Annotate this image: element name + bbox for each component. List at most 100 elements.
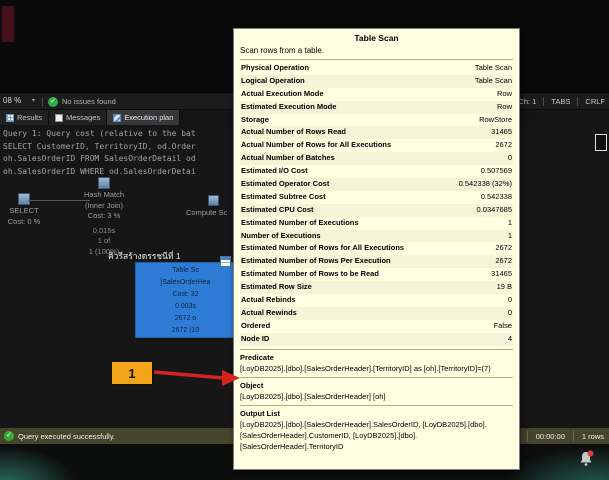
- tooltip-row: Number of Executions 1: [240, 230, 513, 243]
- tooltip-row-value: 0.0347685: [477, 204, 512, 217]
- table-scan-tooltip: Table Scan Scan rows from a table. Physi…: [233, 28, 520, 470]
- tooltip-row: Estimated Subtree Cost0.542338: [240, 191, 513, 204]
- tooltip-row: Actual Number of Rows Read31465: [240, 126, 513, 139]
- plan-header-line: Query 1: Query cost (relative to the bat: [3, 128, 196, 141]
- tab-label: Messages: [66, 113, 100, 122]
- callout-step-number: 1: [128, 366, 135, 381]
- issues-check-icon[interactable]: ✓: [48, 97, 58, 107]
- plan-header-text: Query 1: Query cost (relative to the bat…: [3, 128, 196, 178]
- tooltip-row-label: Physical Operation: [241, 62, 309, 75]
- tooltip-row-label: Actual Number of Rows for All Executions: [241, 139, 391, 152]
- toolbar-separator: [42, 97, 43, 107]
- ssms-window: 08 % ▾ ✓ No issues found Ch: 1 TABS CRLF…: [0, 0, 609, 480]
- messages-icon: [55, 114, 63, 122]
- select-operator-icon: [18, 193, 30, 205]
- tooltip-row: Estimated Number of Rows Per Execution26…: [240, 255, 513, 268]
- tab-messages[interactable]: Messages: [49, 110, 107, 125]
- tooltip-row-value: 19 B: [497, 281, 512, 294]
- tooltip-section-label: Output List: [240, 408, 513, 419]
- editor-status-group: Ch: 1 TABS CRLF: [518, 97, 605, 106]
- tooltip-row: OrderedFalse: [240, 320, 513, 333]
- tooltip-row: Estimated CPU Cost 0.0347685: [240, 204, 513, 217]
- table-scan-node-line: 2672 (10: [136, 325, 235, 337]
- results-grid-icon: [6, 114, 14, 122]
- tooltip-row: Actual Execution ModeRow: [240, 88, 513, 101]
- tooltip-row-label: Estimated CPU Cost: [241, 204, 314, 217]
- tooltip-row-label: Storage: [241, 114, 269, 127]
- chevron-down-icon[interactable]: ▾: [32, 97, 35, 104]
- table-scan-node-line: 2672 o: [136, 313, 235, 325]
- tooltip-row: Estimated Number of Executions1: [240, 217, 513, 230]
- tooltip-row-value: 4: [508, 333, 512, 346]
- tooltip-row-value: 31465: [491, 268, 512, 281]
- tooltip-row-label: Estimated Operator Cost: [241, 178, 329, 191]
- callout-arrow-icon: [152, 364, 242, 388]
- status-separator: [573, 431, 574, 441]
- tooltip-rows: Physical OperationTable ScanLogical Oper…: [240, 62, 513, 346]
- tooltip-section-label: Object: [240, 380, 513, 391]
- window-fragment: [2, 6, 14, 42]
- plan-node-compute-scalar[interactable]: Compute Sc: [186, 208, 227, 217]
- tooltip-row: Estimated Operator Cost 0.542338 (32%): [240, 178, 513, 191]
- select-node-title: SELECT: [9, 206, 38, 216]
- tooltip-row: Physical OperationTable Scan: [240, 62, 513, 75]
- tooltip-row-label: Actual Execution Mode: [241, 88, 324, 101]
- tooltip-row: Node ID4: [240, 333, 513, 346]
- tooltip-row-value: 0: [508, 294, 512, 307]
- select-node-cost: Cost: 0 %: [8, 217, 41, 227]
- tooltip-row: Estimated Row Size 19 B: [240, 281, 513, 294]
- status-separator: [527, 431, 528, 441]
- tab-execution-plan[interactable]: Execution plan: [107, 110, 180, 125]
- hash-match-time: 0.015s: [93, 226, 116, 236]
- tooltip-row-value: 2672: [495, 242, 512, 255]
- plan-node-select[interactable]: SELECT Cost: 0 %: [0, 193, 48, 226]
- tooltip-row-label: Number of Executions: [241, 230, 321, 243]
- tooltip-section-object: Object[LoyDB2025].[dbo].[SalesOrderHeade…: [240, 377, 513, 402]
- tooltip-row-value: 0: [508, 307, 512, 320]
- success-check-icon: ✓: [4, 431, 14, 441]
- tooltip-row-label: Estimated Subtree Cost: [241, 191, 326, 204]
- hash-match-title: Hash Match: [84, 190, 124, 200]
- scrollbar-marker[interactable]: [595, 134, 607, 151]
- tooltip-row-label: Actual Number of Rows Read: [241, 126, 346, 139]
- tooltip-title: Table Scan: [240, 32, 513, 45]
- tooltip-row: Actual Rebinds 0: [240, 294, 513, 307]
- tab-label: Execution plan: [124, 113, 173, 122]
- tooltip-row-value: 0.542338 (32%): [459, 178, 512, 191]
- hash-match-operator-icon: [98, 177, 110, 189]
- hash-match-op: (Inner Join): [85, 201, 123, 211]
- tooltip-row-label: Estimated I/O Cost: [241, 165, 308, 178]
- tooltip-row-value: 0: [508, 152, 512, 165]
- zoom-level-control[interactable]: 08 %: [3, 96, 21, 105]
- tab-label: Results: [17, 113, 42, 122]
- tooltip-row-label: Estimated Number of Rows for All Executi…: [241, 242, 404, 255]
- tab-results[interactable]: Results: [0, 110, 49, 125]
- tooltip-row: StorageRowStore: [240, 114, 513, 127]
- tooltip-row-value: Table Scan: [475, 75, 512, 88]
- table-scan-operator-icon: [220, 256, 231, 267]
- tooltip-row-value: 0.507569: [481, 165, 512, 178]
- tooltip-row: Estimated Number of Rows for All Executi…: [240, 242, 513, 255]
- plan-header-line: SELECT CustomerID, TerritoryID, od.Order: [3, 141, 196, 154]
- status-separator: [577, 97, 578, 106]
- tooltip-row: Actual Number of Rows for All Executions…: [240, 139, 513, 152]
- tooltip-row-label: Actual Rewinds: [241, 307, 297, 320]
- tooltip-row-label: Logical Operation: [241, 75, 305, 88]
- execution-plan-icon: [113, 114, 121, 122]
- issues-status-label[interactable]: No issues found: [62, 97, 116, 106]
- compute-scalar-operator-icon: [208, 195, 219, 206]
- tooltip-row-label: Estimated Row Size: [241, 281, 312, 294]
- tooltip-row-label: Actual Number of Batches: [241, 152, 335, 165]
- tooltip-row-value: 1: [508, 230, 512, 243]
- plan-node-hash-match[interactable]: Hash Match (Inner Join) Cost: 3 % 0.015s…: [68, 177, 140, 256]
- plan-node-table-scan[interactable]: Table Sc[SalesOrderHeaCost: 320.003s2672…: [135, 262, 236, 338]
- tooltip-row-label: Actual Rebinds: [241, 294, 296, 307]
- status-separator: [543, 97, 544, 106]
- hash-match-rows1: 1 of: [98, 236, 111, 246]
- tooltip-row-value: False: [494, 320, 512, 333]
- tooltip-section-text: [LoyDB2025].[dbo].[SalesOrderHeader].[Te…: [240, 363, 513, 374]
- tooltip-row: Logical Operation Table Scan: [240, 75, 513, 88]
- wallpaper-fragment-left: [0, 446, 78, 480]
- notification-bell-icon[interactable]: [577, 450, 595, 468]
- tooltip-row: Actual Rewinds 0: [240, 307, 513, 320]
